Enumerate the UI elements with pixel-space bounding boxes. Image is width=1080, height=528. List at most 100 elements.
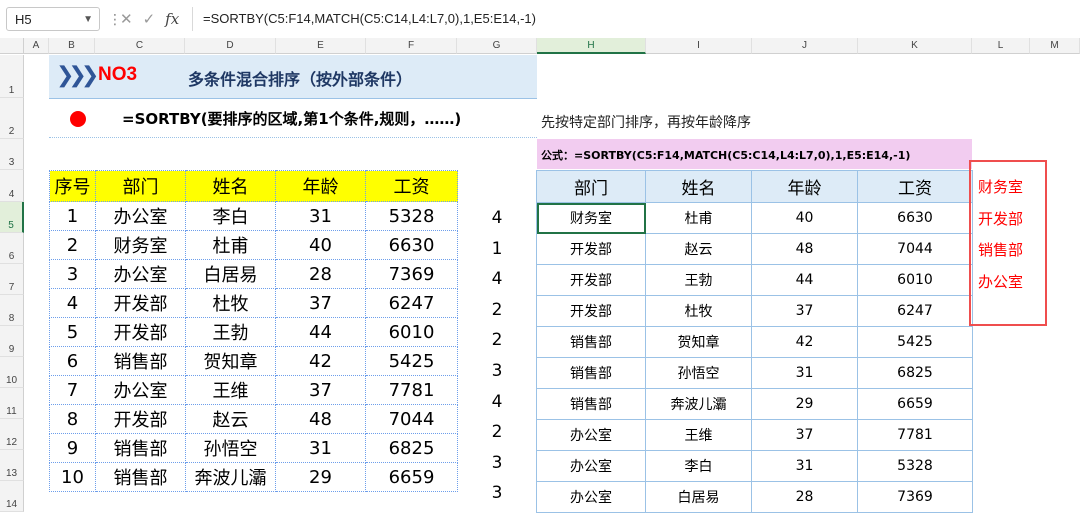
- row-header-11[interactable]: 11: [0, 388, 24, 419]
- table-cell[interactable]: 办公室: [95, 201, 186, 231]
- table-cell[interactable]: 办公室: [536, 450, 646, 482]
- table-cell[interactable]: 办公室: [536, 419, 646, 451]
- table-cell[interactable]: 6630: [365, 230, 458, 260]
- table-cell[interactable]: 9: [49, 433, 96, 463]
- table-cell[interactable]: 28: [751, 481, 858, 513]
- table-cell[interactable]: 奔波儿灞: [185, 462, 276, 492]
- table-cell[interactable]: 6010: [365, 317, 458, 347]
- table-cell[interactable]: 4: [49, 288, 96, 318]
- row-header-1[interactable]: 1: [0, 55, 24, 98]
- table-cell[interactable]: 7: [49, 375, 96, 405]
- table-cell[interactable]: 44: [275, 317, 366, 347]
- table-cell[interactable]: 5328: [365, 201, 458, 231]
- table-cell[interactable]: 6825: [857, 357, 973, 389]
- table-cell[interactable]: 王勃: [185, 317, 276, 347]
- header-cell[interactable]: 工资: [857, 170, 973, 203]
- table-cell[interactable]: 杜甫: [185, 230, 276, 260]
- table-cell[interactable]: 开发部: [95, 288, 186, 318]
- table-cell[interactable]: 40: [275, 230, 366, 260]
- match-index-cell[interactable]: 2: [478, 300, 516, 320]
- dept-order-item[interactable]: 办公室: [978, 271, 1023, 292]
- header-cell[interactable]: 年龄: [275, 170, 366, 202]
- column-header-j[interactable]: J: [752, 38, 858, 54]
- row-header-5[interactable]: 5: [0, 202, 24, 233]
- table-cell[interactable]: 王勃: [645, 264, 752, 296]
- table-cell[interactable]: 5425: [365, 346, 458, 376]
- header-cell[interactable]: 姓名: [645, 170, 752, 203]
- table-cell[interactable]: 奔波儿灞: [645, 388, 752, 420]
- column-header-f[interactable]: F: [366, 38, 457, 54]
- table-cell[interactable]: 10: [49, 462, 96, 492]
- table-cell[interactable]: 开发部: [536, 295, 646, 327]
- table-cell[interactable]: 31: [275, 201, 366, 231]
- row-header-2[interactable]: 2: [0, 98, 24, 139]
- row-header-8[interactable]: 8: [0, 295, 24, 326]
- chevron-down-icon[interactable]: ▼: [83, 8, 93, 32]
- table-cell[interactable]: 贺知章: [645, 326, 752, 358]
- table-cell[interactable]: 销售部: [95, 346, 186, 376]
- table-cell[interactable]: 赵云: [185, 404, 276, 434]
- dept-order-item[interactable]: 销售部: [978, 239, 1023, 260]
- table-cell[interactable]: 开发部: [95, 404, 186, 434]
- column-header-l[interactable]: L: [972, 38, 1030, 54]
- table-cell[interactable]: 6825: [365, 433, 458, 463]
- header-cell[interactable]: 部门: [95, 170, 186, 202]
- table-cell[interactable]: 办公室: [536, 481, 646, 513]
- table-cell[interactable]: 6: [49, 346, 96, 376]
- row-header-13[interactable]: 13: [0, 450, 24, 481]
- column-header-h[interactable]: H: [537, 38, 646, 54]
- column-header-k[interactable]: K: [858, 38, 972, 54]
- name-box[interactable]: H5 ▼: [6, 7, 100, 31]
- table-cell[interactable]: 李白: [645, 450, 752, 482]
- table-cell[interactable]: 办公室: [95, 259, 186, 289]
- match-index-cell[interactable]: 2: [478, 330, 516, 350]
- table-cell[interactable]: 37: [751, 295, 858, 327]
- table-cell[interactable]: 孙悟空: [185, 433, 276, 463]
- table-cell[interactable]: 王维: [645, 419, 752, 451]
- table-cell[interactable]: 赵云: [645, 233, 752, 265]
- table-cell[interactable]: 销售部: [95, 462, 186, 492]
- table-cell[interactable]: 31: [751, 357, 858, 389]
- table-cell[interactable]: 5328: [857, 450, 973, 482]
- table-cell[interactable]: 销售部: [536, 326, 646, 358]
- table-cell[interactable]: 28: [275, 259, 366, 289]
- table-cell[interactable]: 3: [49, 259, 96, 289]
- row-header-3[interactable]: 3: [0, 139, 24, 170]
- table-cell[interactable]: 6659: [857, 388, 973, 420]
- table-cell[interactable]: 48: [751, 233, 858, 265]
- column-header-b[interactable]: B: [49, 38, 95, 54]
- table-cell[interactable]: 40: [751, 202, 858, 234]
- table-cell[interactable]: 办公室: [95, 375, 186, 405]
- row-header-10[interactable]: 10: [0, 357, 24, 388]
- row-header-6[interactable]: 6: [0, 233, 24, 264]
- table-cell[interactable]: 开发部: [536, 264, 646, 296]
- table-cell[interactable]: 白居易: [645, 481, 752, 513]
- table-cell[interactable]: 6247: [365, 288, 458, 318]
- row-header-12[interactable]: 12: [0, 419, 24, 450]
- table-cell[interactable]: 销售部: [95, 433, 186, 463]
- table-cell[interactable]: 李白: [185, 201, 276, 231]
- table-cell[interactable]: 42: [275, 346, 366, 376]
- header-cell[interactable]: 工资: [365, 170, 458, 202]
- table-cell[interactable]: 7781: [365, 375, 458, 405]
- table-cell[interactable]: 王维: [185, 375, 276, 405]
- dept-order-item[interactable]: 财务室: [978, 176, 1023, 197]
- table-cell[interactable]: 杜牧: [185, 288, 276, 318]
- table-cell[interactable]: 6630: [857, 202, 973, 234]
- match-index-cell[interactable]: 3: [478, 483, 516, 503]
- match-index-cell[interactable]: 3: [478, 453, 516, 473]
- match-index-cell[interactable]: 1: [478, 239, 516, 259]
- table-cell[interactable]: 48: [275, 404, 366, 434]
- row-header-7[interactable]: 7: [0, 264, 24, 295]
- column-header-c[interactable]: C: [95, 38, 185, 54]
- table-cell[interactable]: 42: [751, 326, 858, 358]
- table-cell[interactable]: 7044: [365, 404, 458, 434]
- match-index-cell[interactable]: 4: [478, 208, 516, 228]
- match-index-cell[interactable]: 2: [478, 422, 516, 442]
- table-cell[interactable]: 31: [275, 433, 366, 463]
- header-cell[interactable]: 序号: [49, 170, 96, 202]
- table-cell[interactable]: 6247: [857, 295, 973, 327]
- table-cell[interactable]: 31: [751, 450, 858, 482]
- table-cell[interactable]: 44: [751, 264, 858, 296]
- table-cell[interactable]: 29: [275, 462, 366, 492]
